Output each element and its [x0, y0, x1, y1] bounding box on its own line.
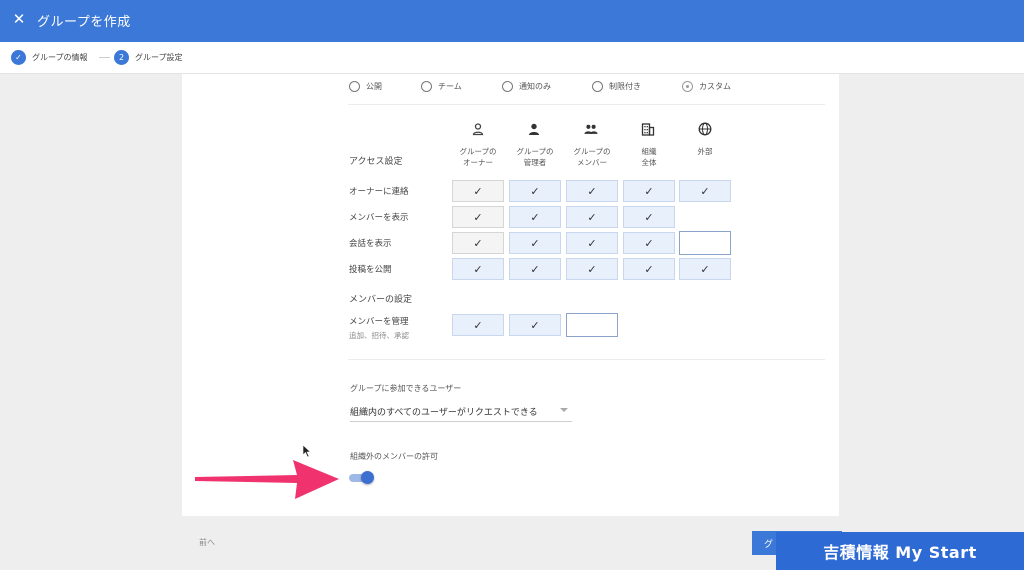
permission-cell[interactable]: ✓: [623, 180, 675, 202]
col-member-label: グループの メンバー: [573, 147, 611, 167]
toggle-knob: [361, 471, 374, 484]
row-label-manage-members: メンバーを管理: [349, 317, 409, 327]
permission-cell[interactable]: ✓: [509, 232, 561, 254]
row-label-contact-owner: オーナーに連絡: [349, 187, 409, 197]
radio-circle: [421, 81, 432, 92]
permission-cell[interactable]: ✓: [509, 180, 561, 202]
permission-cell[interactable]: ✓: [566, 180, 618, 202]
external-members-label: 組織外のメンバーの許可: [350, 452, 438, 461]
step-label: グループ設定: [135, 53, 183, 62]
permission-cell[interactable]: ✓: [566, 258, 618, 280]
permission-cell[interactable]: ✓: [623, 258, 675, 280]
step-label: グループの情報: [32, 53, 88, 62]
permission-cell[interactable]: ✓: [452, 232, 504, 254]
external-members-toggle[interactable]: [349, 471, 374, 485]
member-settings-title: メンバーの設定: [349, 295, 413, 305]
divider: [348, 104, 825, 105]
row-label-view-members: メンバーを表示: [349, 213, 409, 223]
col-manager-label: グループの 管理者: [516, 147, 554, 167]
permission-cell[interactable]: ✓: [452, 258, 504, 280]
join-setting-value: 組織内のすべてのユーザーがリクエストできる: [350, 408, 538, 418]
radio-announcement[interactable]: 通知のみ: [502, 81, 551, 92]
join-setting-select[interactable]: 組織内のすべてのユーザーがリクエストできる: [350, 400, 572, 422]
brand-watermark: 吉積情報 My Start: [776, 532, 1024, 570]
radio-circle: [502, 81, 513, 92]
page-title: グループを作成: [37, 15, 131, 30]
person-icon: [529, 123, 539, 135]
col-external-label: 外部: [697, 147, 713, 156]
permission-cell[interactable]: ✓: [679, 258, 731, 280]
permission-cell[interactable]: ✓: [509, 258, 561, 280]
person-outline-icon: [472, 123, 484, 136]
annotation-arrow-icon: [195, 460, 339, 499]
permission-cell[interactable]: ✓: [452, 314, 504, 336]
settings-card: [182, 74, 839, 516]
permission-cell[interactable]: ✓: [509, 206, 561, 228]
step-group-info[interactable]: ✓ グループの情報: [11, 50, 88, 65]
permission-cell[interactable]: ✓: [623, 232, 675, 254]
radio-label: 制限付き: [609, 82, 641, 91]
step-number: 2: [114, 50, 129, 65]
radio-circle: [349, 81, 360, 92]
radio-label: 公開: [366, 82, 382, 91]
step-group-settings[interactable]: 2 グループ設定: [114, 50, 183, 65]
permission-cell[interactable]: ✓: [452, 206, 504, 228]
close-icon[interactable]: ✕: [10, 9, 28, 29]
check-icon: ✓: [11, 50, 26, 65]
permission-cell[interactable]: ✓: [679, 180, 731, 202]
row-label-publish-posts: 投稿を公開: [349, 265, 392, 275]
radio-restricted[interactable]: 制限付き: [592, 81, 641, 92]
permission-cell-empty[interactable]: [679, 231, 731, 255]
permission-cell[interactable]: ✓: [452, 180, 504, 202]
permission-cell[interactable]: ✓: [566, 232, 618, 254]
radio-label: チーム: [438, 82, 462, 91]
divider: [348, 359, 825, 360]
chevron-down-icon: [560, 408, 568, 412]
step-connector: [99, 57, 110, 58]
building-icon: [641, 123, 655, 136]
row-sublabel-manage-members: 追加、招待、承認: [349, 331, 409, 340]
permission-cell[interactable]: ✓: [623, 206, 675, 228]
people-icon: [584, 124, 598, 134]
row-label-view-conversations: 会話を表示: [349, 239, 392, 249]
radio-team[interactable]: チーム: [421, 81, 462, 92]
radio-label: カスタム: [699, 82, 731, 91]
permission-cell[interactable]: ✓: [566, 206, 618, 228]
col-owner-label: グループの オーナー: [459, 147, 497, 167]
prev-button[interactable]: 前へ: [199, 537, 215, 548]
radio-circle: [592, 81, 603, 92]
join-setting-label: グループに参加できるユーザー: [350, 384, 462, 393]
globe-icon: [698, 122, 712, 136]
radio-circle-selected: [682, 81, 693, 92]
permission-cell[interactable]: ✓: [509, 314, 561, 336]
col-org-label: 組織 全体: [641, 147, 657, 167]
app-bar: ✕ グループを作成: [0, 0, 1024, 42]
radio-custom[interactable]: カスタム: [682, 81, 731, 92]
permission-cell-empty[interactable]: [566, 313, 618, 337]
access-settings-title: アクセス設定: [349, 157, 403, 167]
radio-label: 通知のみ: [519, 82, 551, 91]
radio-public[interactable]: 公開: [349, 81, 382, 92]
